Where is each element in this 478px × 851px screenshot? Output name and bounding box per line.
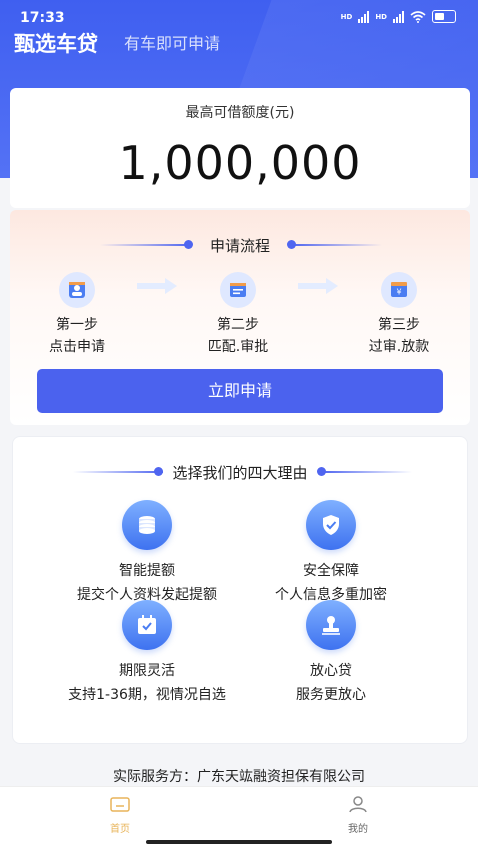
document-icon bbox=[220, 272, 256, 308]
home-indicator bbox=[146, 840, 332, 844]
reason-security: 安全保障 个人信息多重加密 bbox=[221, 500, 441, 604]
step-name: 第三步 bbox=[378, 317, 420, 333]
reason-title: 放心贷 bbox=[310, 663, 352, 679]
process-step-3: ¥ 第三步 过审.放款 bbox=[344, 272, 454, 356]
signal-icon-2 bbox=[393, 10, 404, 23]
tab-home-label: 首页 bbox=[110, 824, 130, 835]
reason-reliable-loan: 放心贷 服务更放心 bbox=[221, 600, 441, 704]
hd-label-1: HD bbox=[340, 12, 353, 21]
battery-icon bbox=[432, 10, 456, 23]
status-time: 17:33 bbox=[20, 10, 65, 26]
app-title: 甄选车贷 bbox=[14, 32, 98, 56]
signal-icon bbox=[358, 10, 370, 23]
shield-check-icon bbox=[306, 500, 356, 550]
home-icon bbox=[110, 797, 130, 812]
svg-text:¥: ¥ bbox=[396, 288, 401, 297]
user-icon bbox=[349, 796, 367, 813]
coins-stack-icon bbox=[122, 500, 172, 550]
step-name: 第二步 bbox=[217, 317, 259, 333]
reason-desc: 服务更放心 bbox=[296, 687, 366, 703]
tab-mine[interactable]: 我的 bbox=[318, 795, 398, 835]
apply-now-button[interactable]: 立即申请 bbox=[37, 369, 443, 413]
credit-limit-value: 1,000,000 bbox=[118, 136, 362, 190]
app-slogan: 有车即可申请 bbox=[124, 34, 221, 53]
step-desc: 过审.放款 bbox=[368, 339, 430, 355]
process-title: 申请流程 bbox=[10, 235, 470, 256]
user-card-icon bbox=[59, 272, 95, 308]
status-icons: HD HD bbox=[341, 10, 456, 23]
stamp-icon bbox=[306, 600, 356, 650]
step-desc: 点击申请 bbox=[49, 339, 105, 355]
status-bar: 17:33 HD HD bbox=[0, 0, 478, 30]
process-step-1: 第一步 点击申请 bbox=[22, 272, 132, 356]
credit-limit-card: 最高可借额度(元) 1,000,000 bbox=[10, 88, 470, 208]
step-desc: 匹配.审批 bbox=[207, 339, 269, 355]
arrow-right-icon bbox=[137, 278, 177, 294]
service-provider-text: 实际服务方：广东天竑融资担保有限公司 bbox=[113, 769, 365, 785]
arrow-right-icon bbox=[298, 278, 338, 294]
tab-home[interactable]: 首页 bbox=[80, 795, 160, 835]
process-step-2: 第二步 匹配.审批 bbox=[183, 272, 293, 356]
wifi-icon bbox=[410, 10, 426, 23]
calendar-check-icon bbox=[122, 600, 172, 650]
reasons-title: 选择我们的四大理由 bbox=[13, 462, 467, 483]
step-name: 第一步 bbox=[56, 317, 98, 333]
tab-mine-label: 我的 bbox=[348, 824, 368, 835]
wallet-yen-icon: ¥ bbox=[381, 272, 417, 308]
hd-label-2: HD bbox=[375, 12, 387, 21]
credit-limit-label: 最高可借额度(元) bbox=[185, 105, 295, 121]
four-reasons-section: 选择我们的四大理由 智能提额 提交个人资料发起提额 安全保障 个人信息多重加密 … bbox=[12, 436, 468, 744]
reason-title: 安全保障 bbox=[303, 563, 359, 579]
